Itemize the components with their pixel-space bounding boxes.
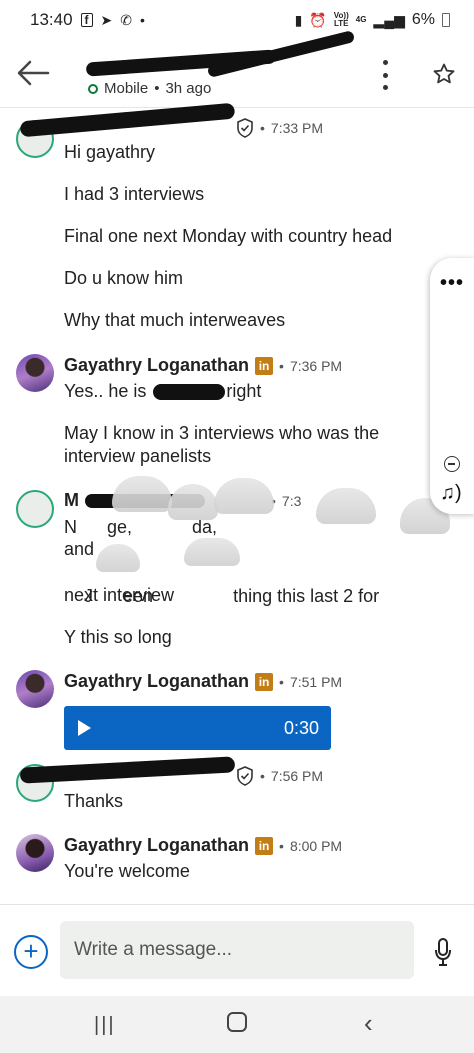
voice-message-player[interactable]: 0:30 [64,706,331,750]
system-navigation-bar: ||| ‹ [0,996,474,1053]
add-attachment-button[interactable]: + [14,935,48,969]
message-text: next interview [64,585,175,605]
floating-side-panel[interactable]: ••• ♫) [430,258,474,514]
meta-separator: • [260,120,265,136]
message-time: 7:36 PM [289,357,343,374]
sender-name[interactable]: M [64,490,79,511]
home-icon[interactable] [227,1012,247,1032]
star-icon[interactable] [432,62,456,86]
message-text: Why that much interweaves [64,310,286,330]
obscuring-artifact [184,538,240,566]
redaction-mark [153,384,226,401]
message-meta: • 7:56 PM [236,766,323,786]
obscuring-artifact [214,478,274,514]
music-note-icon[interactable]: ♫) [440,482,462,505]
alarm-icon: ⏰ [309,12,327,28]
sender-name[interactable]: Gayathry Loganathan [64,835,249,856]
message-text: You're welcome [64,861,190,881]
microphone-icon[interactable] [434,937,452,967]
message-text: Do u know him [64,268,184,288]
message-meta: • 7:33 PM [236,118,323,138]
obscuring-artifact [316,488,376,524]
more-dots-icon[interactable]: ••• [440,272,464,295]
last-seen: 3h ago [165,80,212,97]
message-fragment: right [226,381,262,401]
message-text: May I know in 3 interviews who was the i… [64,423,380,466]
signal-icon: ▂▄▆ [373,12,405,28]
avatar[interactable] [16,670,54,708]
message-fragment: Yes.. he is [64,381,147,401]
linkedin-premium-icon: in [255,672,274,691]
battery-percent: 6% [411,11,435,28]
play-icon[interactable] [78,720,91,736]
presence-separator: • [154,80,160,97]
message-text: N ge, da, [64,517,218,537]
message-text: I had 3 interviews [64,184,205,204]
message-text: Thanks [64,791,124,811]
message-time: 7:33 PM [270,120,324,136]
more-options-icon[interactable] [378,60,392,90]
sender-name[interactable]: Gayathry Loganathan [64,671,249,692]
sender-name[interactable]: Gayathry Loganathan [64,355,249,376]
facebook-icon: f [80,13,93,27]
message-meta: Gayathry Loganathan in • 7:51 PM [64,671,342,692]
message-text: Hi gayathry [64,142,156,162]
status-bar: 13:40 f ➤ ✆ • ▮ ⏰ Vo)) LTE 4G ▂▄▆ 6% [0,0,474,40]
redaction-mark [19,102,236,138]
message-text: Y this so long [64,627,172,647]
avatar[interactable] [16,834,54,872]
avatar[interactable] [16,354,54,392]
minimize-icon[interactable] [444,456,460,472]
lte-label: LTE [334,19,349,28]
whatsapp-icon: ✆ [120,12,133,28]
audio-duration: 0:30 [283,718,319,738]
avatar[interactable] [16,490,54,528]
message-text: Final one next Monday with country head [64,226,393,246]
message-text: Yes.. he is right [64,380,444,403]
recent-apps-icon[interactable]: ||| [94,1014,116,1037]
mobile-presence-icon [88,83,98,94]
back-arrow-icon[interactable] [16,58,50,88]
conversation-header: Mobile • 3h ago [0,30,474,108]
message-time: 7:56 PM [270,768,324,784]
verified-shield-icon [237,766,253,786]
meta-separator: • [279,357,284,374]
volte-indicator: Vo)) LTE [334,12,349,28]
contact-name-redacted[interactable] [85,30,356,78]
presence-status: Mobile • 3h ago [88,80,211,97]
message-time: 7:51 PM [289,673,343,690]
battery-saver-icon: ▮ [294,12,303,28]
message-time: 7:3 [281,492,302,509]
message-group: Gayathry Loganathan in • 8:00 PM You're … [0,830,474,890]
message-group: • 7:56 PM Thanks [0,756,474,818]
message-group: • 7:33 PM Hi gayathry I had 3 interviews… [0,102,474,348]
linkedin-premium-icon: in [255,836,274,855]
message-group: Gayathry Loganathan in • 7:36 PM Yes.. h… [0,350,474,480]
linkedin-premium-icon: in [255,356,274,375]
meta-separator: • [279,673,284,690]
presence-label: Mobile [104,80,149,97]
battery-icon [442,13,450,27]
message-input[interactable] [60,921,414,979]
back-chevron-icon[interactable]: ‹ [364,1008,373,1039]
message-time: 8:00 PM [289,837,343,854]
dot-icon: • [140,12,145,28]
telegram-icon: ➤ [100,12,113,28]
network-type: 4G [355,15,367,24]
meta-separator: • [260,768,265,784]
message-composer: + [0,904,474,996]
status-time: 13:40 [30,10,73,29]
obscuring-artifact [112,476,172,512]
redaction-mark [19,756,236,784]
message-meta: Gayathry Loganathan in • 7:36 PM [64,355,342,376]
message-meta: Gayathry Loganathan in • 8:00 PM [64,835,342,856]
verified-shield-icon [237,118,253,138]
meta-separator: • [279,837,284,854]
message-group: M • 7:3 N ge, da, and J een thing this l… [0,476,474,656]
